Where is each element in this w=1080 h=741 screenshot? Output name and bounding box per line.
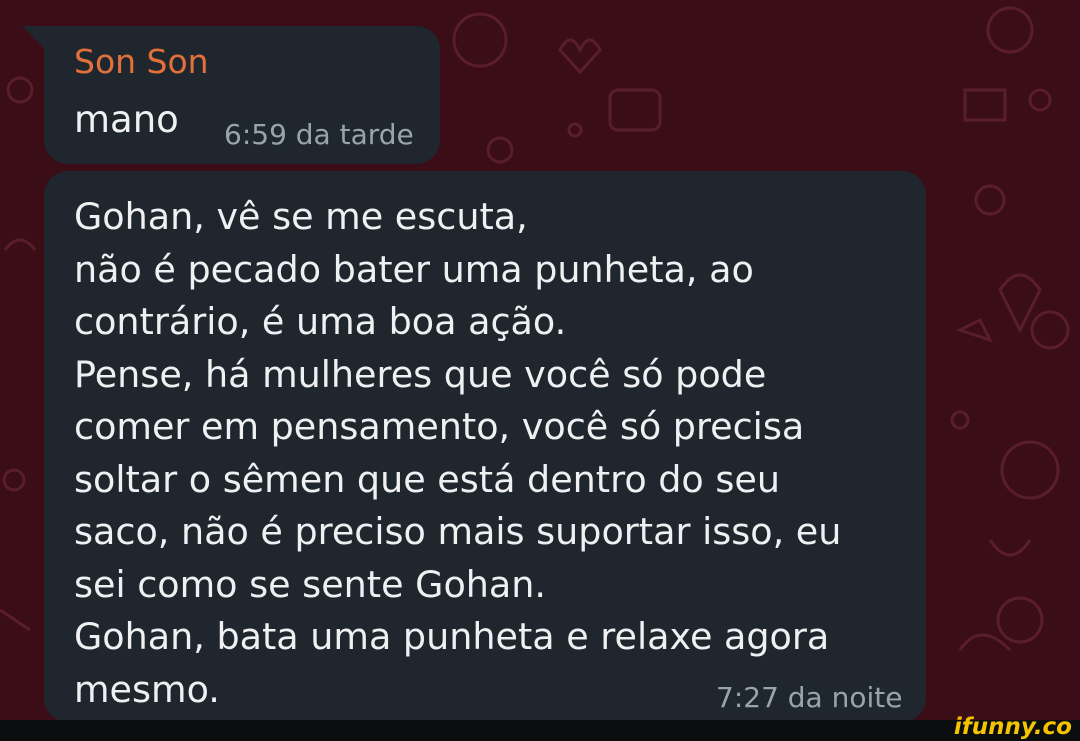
footer-bar xyxy=(0,720,1080,741)
message-timestamp: 7:27 da noite xyxy=(716,681,903,714)
incoming-message-bubble[interactable]: Son Son mano 6:59 da tarde xyxy=(22,26,440,164)
bubble-tail xyxy=(22,26,44,48)
sender-name[interactable]: Son Son xyxy=(74,42,209,81)
message-timestamp: 6:59 da tarde xyxy=(224,118,414,151)
message-text: mano xyxy=(74,98,179,141)
incoming-message-bubble[interactable]: Gohan, vê se me escuta, não é pecado bat… xyxy=(44,171,926,722)
message-text: Gohan, vê se me escuta, não é pecado bat… xyxy=(74,195,842,711)
watermark-logo: ifunny.co xyxy=(953,714,1072,740)
